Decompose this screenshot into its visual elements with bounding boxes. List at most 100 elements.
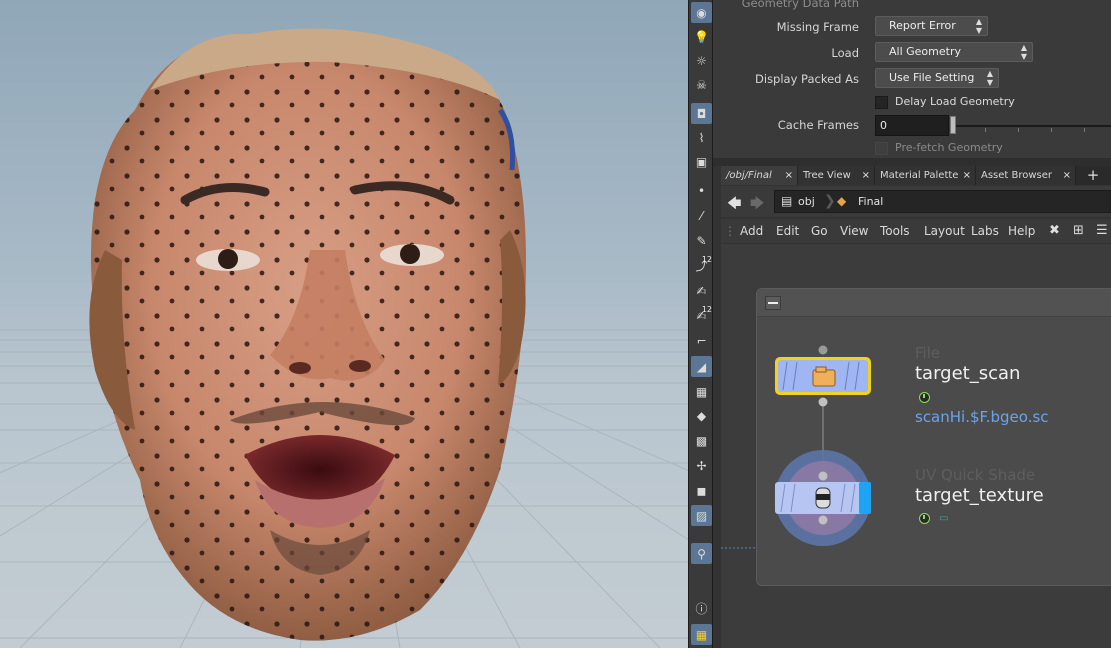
- menu-tools[interactable]: Tools: [880, 219, 910, 243]
- output-connector: [818, 397, 828, 407]
- cube-tool-icon[interactable]: ▩: [691, 430, 712, 451]
- load-menu[interactable]: All Geometry ▲ ▼: [875, 42, 1033, 62]
- close-icon[interactable]: ×: [785, 166, 793, 185]
- tab-network-path[interactable]: /obj/Final ×: [721, 166, 798, 185]
- input-connector: [818, 471, 828, 481]
- stamp-tool-icon[interactable]: ✍: [691, 280, 712, 301]
- breadcrumb-obj[interactable]: obj: [798, 191, 815, 212]
- geometry-object-icon: ◆: [837, 194, 847, 208]
- right-pane: Geometry Data Path Missing Frame Report …: [713, 0, 1111, 648]
- number-brush-icon[interactable]: ✍ 12: [691, 305, 712, 326]
- missing-frame-menu[interactable]: Report Error ▲ ▼: [875, 16, 988, 36]
- diamond-tool-icon[interactable]: ◆: [691, 405, 712, 426]
- add-tab-icon[interactable]: +: [1083, 166, 1103, 185]
- point-tool-icon[interactable]: •: [691, 180, 712, 201]
- pane-splitter[interactable]: [713, 158, 1111, 166]
- view-tool-icon[interactable]: ◉: [691, 2, 712, 23]
- pane-tab-bar: /obj/Final × Tree View × Material Palette ×…: [721, 166, 1111, 185]
- info-icon[interactable]: ⓘ: [691, 598, 712, 619]
- network-editor[interactable]: File target_scan scanHi.$F.bgeo.sc UV Qu…: [721, 244, 1111, 648]
- tab-label: Tree View: [803, 170, 851, 181]
- back-arrow-icon[interactable]: 🡄: [727, 193, 741, 217]
- ghost-tool-icon[interactable]: ⌇: [691, 127, 712, 148]
- pin-tool-icon[interactable]: ⚲: [691, 543, 712, 564]
- path-bar: 🡄 🡆 ▤ obj ❯ ◆ Final: [721, 186, 1111, 217]
- menu-help[interactable]: Help: [1008, 219, 1035, 243]
- missing-frame-label: Missing Frame: [776, 20, 859, 34]
- close-icon[interactable]: ×: [862, 166, 870, 185]
- cache-frames-slider-handle[interactable]: [950, 116, 956, 134]
- slider-tick: [1018, 128, 1019, 132]
- prefetch-checkbox[interactable]: [875, 142, 888, 155]
- cache-frames-field[interactable]: 0: [875, 115, 949, 136]
- cache-frames-label: Cache Frames: [777, 118, 859, 132]
- close-icon[interactable]: ×: [1063, 166, 1071, 185]
- delay-load-checkbox[interactable]: [875, 96, 888, 109]
- tree-layout-icon[interactable]: ⊞: [1073, 223, 1084, 238]
- uv-node-name[interactable]: target_texture: [915, 485, 1044, 506]
- light-bulb-icon[interactable]: ☼: [691, 50, 712, 71]
- display-packed-menu[interactable]: Use File Setting ▲ ▼: [875, 68, 999, 88]
- light-tool-icon[interactable]: 💡: [691, 26, 712, 47]
- slider-tick: [1084, 128, 1085, 132]
- camera-tool-icon[interactable]: ◘: [691, 103, 712, 124]
- file-node-name[interactable]: target_scan: [915, 363, 1020, 384]
- brush-tool-icon[interactable]: ⁄: [691, 205, 712, 226]
- display-packed-value: Use File Setting: [889, 71, 975, 84]
- clock-badge-icon: [919, 392, 930, 403]
- face-scan-model: [89, 28, 526, 641]
- pen-tool-icon[interactable]: ✎: [691, 230, 712, 251]
- number-tool-icon[interactable]: ⤴ 12: [691, 255, 712, 276]
- menu-edit[interactable]: Edit: [776, 219, 799, 243]
- list-icon[interactable]: ☰: [1096, 223, 1108, 238]
- slider-tick: [1051, 128, 1052, 132]
- tab-label: Asset Browser: [981, 170, 1053, 181]
- menu-layout[interactable]: Layout: [924, 219, 965, 243]
- tool-shelf: ◉ 💡 ☼ ☠ ◘ ⌇ ▣ • ⁄ ✎ ⤴ 12 ✍ ✍ 12 ⌐ ◢ ▦ ◆ ▩ …: [688, 0, 713, 648]
- tab-tree-view[interactable]: Tree View ×: [798, 166, 875, 185]
- axis-tool-icon[interactable]: ✢: [691, 455, 712, 476]
- delay-load-label: Delay Load Geometry: [895, 95, 1015, 108]
- prefetch-label: Pre-fetch Geometry: [895, 141, 1003, 154]
- checker-tool-icon[interactable]: ▦: [691, 381, 712, 402]
- path-field[interactable]: ▤ obj ❯ ◆ Final: [774, 190, 1111, 213]
- material-badge-icon: ▭: [939, 513, 949, 524]
- square-tool-icon[interactable]: ◼: [691, 480, 712, 501]
- uv-node-type: UV Quick Shade: [915, 466, 1036, 484]
- load-value: All Geometry: [889, 45, 961, 58]
- input-connector: [818, 345, 828, 355]
- load-label: Load: [831, 46, 859, 60]
- wireframe-tool-icon[interactable]: ◢: [691, 356, 712, 377]
- menu-arrows-icon: ▲ ▼: [1020, 43, 1027, 61]
- corner-tool-icon[interactable]: ⌐: [691, 330, 712, 351]
- cache-frames-slider[interactable]: [953, 125, 1111, 127]
- breadcrumb-final[interactable]: Final: [858, 191, 883, 212]
- slider-tick: [985, 128, 986, 132]
- close-icon[interactable]: ×: [963, 166, 971, 185]
- wrench-icon[interactable]: ✖: [1049, 223, 1060, 238]
- forward-arrow-icon[interactable]: 🡆: [750, 193, 764, 217]
- file-node-path[interactable]: scanHi.$F.bgeo.sc: [915, 408, 1049, 426]
- snapshot-tool-icon[interactable]: ▣: [691, 151, 712, 172]
- file-node-type: File: [915, 344, 941, 362]
- image-tool-icon[interactable]: ▨: [691, 505, 712, 526]
- menu-arrows-icon: ▲ ▼: [986, 69, 993, 87]
- menu-go[interactable]: Go: [811, 219, 828, 243]
- menu-view[interactable]: View: [840, 219, 868, 243]
- node-graph: [775, 345, 871, 546]
- skull-icon[interactable]: ☠: [691, 74, 712, 95]
- missing-frame-value: Report Error: [889, 19, 956, 32]
- clock-badge-icon: [919, 513, 930, 524]
- display-flag: [859, 482, 871, 514]
- menu-add[interactable]: Add: [740, 219, 763, 243]
- network-menubar: ⋮ Add Edit Go View Tools Layout Labs Hel…: [721, 219, 1111, 243]
- layout-grid-icon[interactable]: ▦: [691, 624, 712, 645]
- menu-labs[interactable]: Labs: [971, 219, 999, 243]
- tab-asset-browser[interactable]: Asset Browser ×: [976, 166, 1076, 185]
- tab-label: /obj/Final: [726, 170, 772, 181]
- tab-material-palette[interactable]: Material Palette ×: [875, 166, 976, 185]
- scene-viewport[interactable]: [0, 0, 688, 648]
- menu-arrows-icon: ▲ ▼: [975, 17, 982, 35]
- parameter-pane: Geometry Data Path Missing Frame Report …: [713, 0, 1111, 160]
- breadcrumb-separator-icon: ❯: [824, 193, 836, 209]
